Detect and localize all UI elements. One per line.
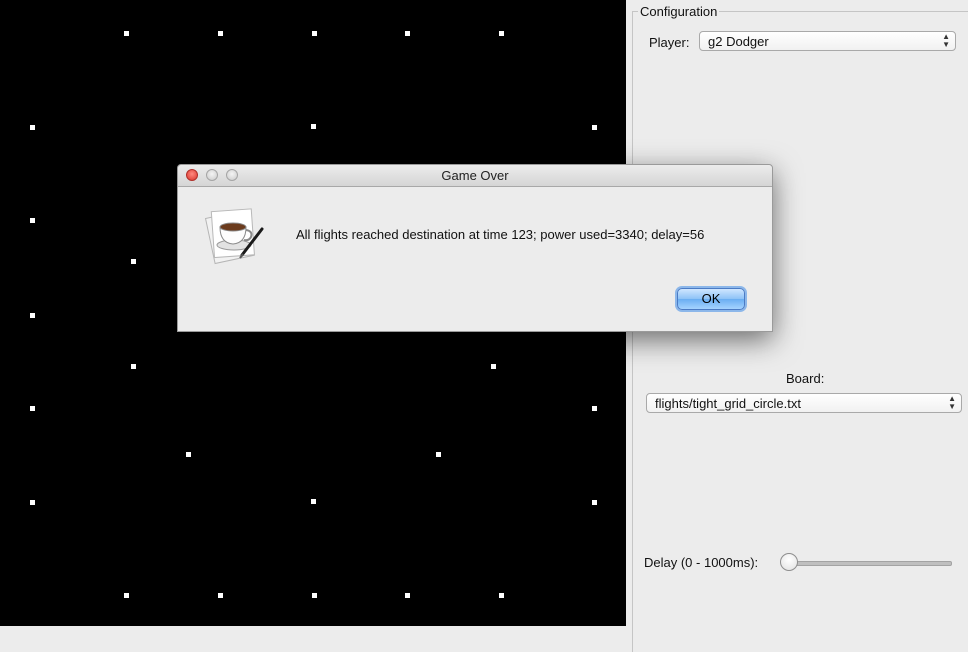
select-arrows-icon: ▲ ▼ — [942, 32, 950, 49]
board-dot — [30, 313, 35, 318]
board-dot — [30, 500, 35, 505]
board-dot — [218, 593, 223, 598]
board-dot — [499, 31, 504, 36]
board-dot — [186, 452, 191, 457]
board-dot — [592, 500, 597, 505]
board-dot — [311, 124, 316, 129]
player-select-value: g2 Dodger — [708, 34, 769, 49]
board-dot — [312, 31, 317, 36]
board-dot — [405, 593, 410, 598]
board-dot — [30, 125, 35, 130]
game-over-dialog: Game Over All flights reached destinatio… — [177, 164, 773, 332]
board-dot — [311, 499, 316, 504]
board-dot — [436, 452, 441, 457]
board-dot — [124, 31, 129, 36]
java-coffee-cup-icon — [204, 208, 264, 265]
select-arrows-icon: ▲ ▼ — [948, 394, 956, 411]
dialog-title: Game Over — [441, 168, 509, 183]
board-dot — [131, 259, 136, 264]
board-dot — [592, 406, 597, 411]
board-select[interactable]: flights/tight_grid_circle.txt ▲ ▼ — [646, 393, 962, 413]
ok-button[interactable]: OK — [677, 288, 745, 310]
delay-label: Delay (0 - 1000ms): — [644, 555, 759, 570]
configuration-title: Configuration — [638, 4, 720, 19]
delay-slider-track[interactable] — [784, 561, 952, 566]
player-select[interactable]: g2 Dodger ▲ ▼ — [699, 31, 956, 51]
board-dot — [30, 406, 35, 411]
board-select-value: flights/tight_grid_circle.txt — [655, 396, 801, 411]
board-dot — [405, 31, 410, 36]
board-dot — [312, 593, 317, 598]
board-label: Board: — [786, 371, 825, 386]
board-dot — [499, 593, 504, 598]
board-dot — [124, 593, 129, 598]
board-dot — [218, 31, 223, 36]
delay-slider-thumb[interactable] — [780, 553, 798, 571]
board-dot — [592, 125, 597, 130]
dialog-message: All flights reached destination at time … — [296, 227, 705, 242]
board-dot — [131, 364, 136, 369]
player-label: Player: — [649, 35, 690, 50]
dialog-titlebar[interactable]: Game Over — [178, 165, 772, 187]
board-dot — [491, 364, 496, 369]
board-dot — [30, 218, 35, 223]
